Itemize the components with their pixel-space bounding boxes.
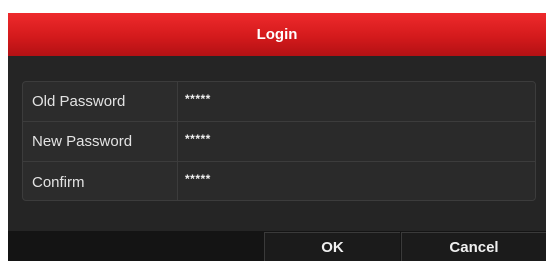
new-password-value: ***** <box>185 131 211 146</box>
old-password-value: ***** <box>185 91 211 106</box>
dialog-body: Old Password ***** New Password ***** Co… <box>8 56 546 231</box>
cancel-button[interactable]: Cancel <box>401 232 546 261</box>
login-dialog: Login Old Password ***** New Password **… <box>8 13 546 261</box>
dialog-footer: OK Cancel <box>8 231 546 261</box>
new-password-field[interactable]: ***** <box>178 122 535 161</box>
ok-button[interactable]: OK <box>264 232 400 261</box>
old-password-field[interactable]: ***** <box>178 82 535 121</box>
dialog-title-bar: Login <box>8 13 546 56</box>
confirm-password-field[interactable]: ***** <box>178 162 535 200</box>
new-password-label: New Password <box>23 122 178 161</box>
old-password-label: Old Password <box>23 82 178 121</box>
confirm-password-value: ***** <box>185 172 211 186</box>
confirm-password-label: Confirm <box>23 162 178 200</box>
dialog-title: Login <box>256 26 298 43</box>
new-password-row: New Password ***** <box>23 122 535 162</box>
password-form: Old Password ***** New Password ***** Co… <box>22 81 536 201</box>
confirm-password-row: Confirm ***** <box>23 162 535 200</box>
old-password-row: Old Password ***** <box>23 82 535 122</box>
